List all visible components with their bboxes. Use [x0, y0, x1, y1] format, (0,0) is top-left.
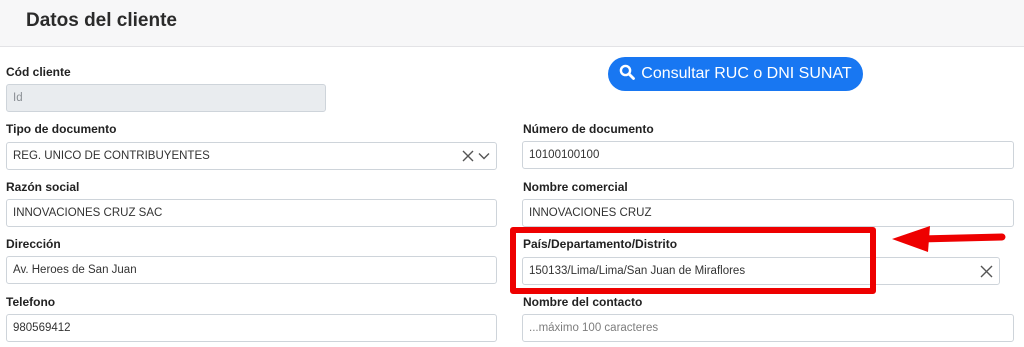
consultar-sunat-button[interactable]: Consultar RUC o DNI SUNAT: [608, 57, 863, 91]
telefono-label: Telefono: [6, 295, 56, 309]
cod-cliente-input[interactable]: Id: [6, 84, 326, 112]
highlight-box: [510, 227, 876, 294]
nombre-contacto-placeholder: ...máximo 100 caracteres: [529, 322, 659, 334]
arrow-left-icon: [892, 226, 1006, 252]
telefono-input[interactable]: 980569412: [6, 314, 497, 342]
direccion-input[interactable]: Av. Heroes de San Juan: [6, 256, 497, 284]
page-title: Datos del cliente: [26, 10, 177, 31]
search-icon: [619, 64, 636, 85]
cod-cliente-label: Cód cliente: [6, 65, 71, 79]
tipo-documento-select[interactable]: REG. UNICO DE CONTRIBUYENTES: [6, 142, 497, 170]
nombre-comercial-label: Nombre comercial: [523, 180, 628, 194]
tipo-documento-label: Tipo de documento: [6, 122, 117, 136]
cod-cliente-value: Id: [13, 92, 23, 104]
nombre-comercial-value: INNOVACIONES CRUZ: [529, 207, 652, 219]
razon-social-input[interactable]: INNOVACIONES CRUZ SAC: [6, 199, 497, 227]
clear-icon[interactable]: [462, 150, 474, 162]
direccion-label: Dirección: [6, 237, 61, 251]
numero-documento-input[interactable]: 10100100100: [522, 141, 1014, 169]
numero-documento-label: Número de documento: [523, 122, 654, 136]
nombre-comercial-input[interactable]: INNOVACIONES CRUZ: [522, 199, 1014, 227]
chevron-down-icon[interactable]: [478, 150, 490, 162]
razon-social-label: Razón social: [6, 180, 80, 194]
nombre-contacto-label: Nombre del contacto: [523, 295, 643, 309]
tipo-documento-value: REG. UNICO DE CONTRIBUYENTES: [13, 150, 210, 162]
numero-documento-value: 10100100100: [529, 149, 600, 161]
card-header: Datos del cliente: [0, 0, 1024, 47]
direccion-value: Av. Heroes de San Juan: [13, 264, 137, 276]
telefono-value: 980569412: [13, 322, 71, 334]
clear-icon[interactable]: [980, 265, 993, 278]
nombre-contacto-input[interactable]: ...máximo 100 caracteres: [522, 314, 1014, 342]
razon-social-value: INNOVACIONES CRUZ SAC: [13, 207, 163, 219]
consultar-sunat-label: Consultar RUC o DNI SUNAT: [641, 65, 852, 82]
